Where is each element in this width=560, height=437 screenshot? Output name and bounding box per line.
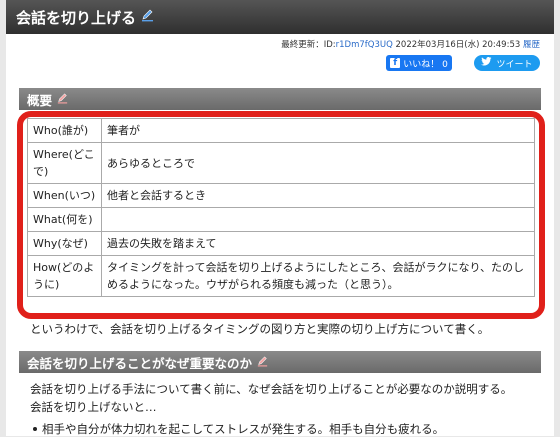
row-key: Why(なぜ) [27,231,102,257]
row-value: あらゆるところで [101,142,535,185]
article-page: 会話を切り上げる 最終更新：ID:r1Dm7fQ3UQ 2022年03月16日(… [6,0,554,436]
section-heading-text: 会話を切り上げることがなぜ重要なのか [27,355,253,371]
body-paragraph: 会話を切り上げないと… [30,400,157,414]
row-key: Who(誰が) [27,117,102,144]
tweet-label: ツイート [496,59,533,70]
table-row: Who(誰が) 筆者が [27,117,535,144]
page-title: 会話を切り上げる [16,8,137,27]
tweet-button[interactable]: ツイート [474,55,540,71]
updated-datetime: 2022年03月16日(水) 20:49:53 [395,40,521,50]
row-key: Where(どこで) [27,142,102,185]
row-value [101,207,535,233]
overview-after-text: というわけで、会話を切り上げるタイミングの図り方と実際の切り上げ方について書く。 [30,322,490,336]
table-row: Why(なぜ) 過去の失敗を踏まえて [27,231,535,257]
row-value: タイミングを計って会話を切り上げるようにしたところ、会話がラクになり、たのしめる… [101,255,535,298]
update-meta: 最終更新：ID:r1Dm7fQ3UQ 2022年03月16日(水) 20:49:… [281,38,540,50]
table-row: How(どのように) タイミングを計って会話を切り上げるようにしたところ、会話が… [27,255,535,298]
row-value: 過去の失敗を踏まえて [101,231,535,257]
updated-label: 最終更新： [281,40,324,50]
row-key: How(どのように) [27,255,102,298]
twitter-bird-icon [481,57,492,69]
row-key: What(何を) [27,207,102,233]
like-label: いいね！ 0 [403,59,448,70]
row-value: 他者と会話するとき [101,183,535,209]
section-heading-overview: 概要 [19,88,541,110]
section-heading-text: 概要 [27,92,53,108]
list-item: 相手や自分が体力切れを起こしてストレスが発生する。相手も自分も疲れる。 [32,422,445,436]
table-row: When(いつ) 他者と会話するとき [27,183,535,209]
id-label: ID: [323,40,336,50]
row-key: When(いつ) [27,183,102,209]
page-id-link[interactable]: r1Dm7fQ3UQ [336,40,393,50]
overview-table: Who(誰が) 筆者が Where(どこで) あらゆるところで When(いつ)… [27,117,535,298]
facebook-thumb-icon: f [390,58,401,68]
edit-pencil-icon[interactable] [141,8,154,26]
edit-pencil-icon[interactable] [257,355,268,370]
table-row: Where(どこで) あらゆるところで [27,142,535,185]
page-title-bar: 会話を切り上げる [6,0,554,34]
table-row: What(何を) [27,207,535,233]
history-link[interactable]: 履歴 [523,40,540,50]
facebook-like-button[interactable]: f いいね！ 0 [386,55,452,71]
section-heading-why-important: 会話を切り上げることがなぜ重要なのか [19,351,541,373]
edit-pencil-icon[interactable] [57,92,68,107]
row-value: 筆者が [101,117,535,144]
body-paragraph: 会話を切り上げる手法について書く前に、なぜ会話を切り上げることが必要なのか説明す… [30,382,513,396]
